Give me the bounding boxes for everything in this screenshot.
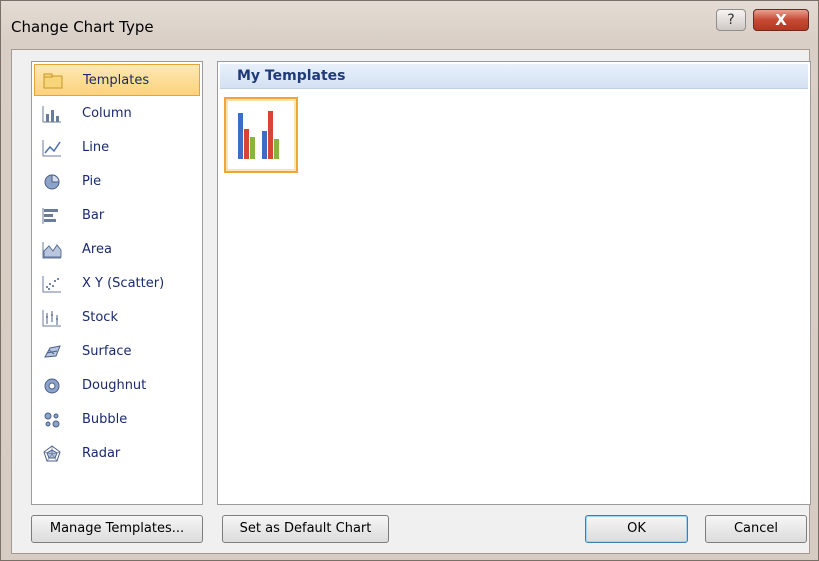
- bar-chart-icon: [42, 208, 58, 224]
- category-item-pie[interactable]: Pie: [34, 166, 200, 198]
- category-label: Templates: [83, 73, 150, 88]
- category-item-surface[interactable]: Surface: [34, 336, 200, 368]
- set-as-default-chart-button[interactable]: Set as Default Chart: [222, 515, 389, 543]
- category-label: X Y (Scatter): [82, 276, 165, 291]
- category-item-stock[interactable]: Stock: [34, 302, 200, 334]
- category-item-column[interactable]: Column: [34, 98, 200, 130]
- line-chart-icon: [42, 140, 61, 157]
- category-label: Column: [82, 106, 132, 121]
- button-label: Manage Templates...: [49, 521, 185, 536]
- category-label: Surface: [82, 344, 132, 359]
- button-label: OK: [627, 521, 646, 536]
- category-item-bubble[interactable]: Bubble: [34, 404, 200, 436]
- category-item-radar[interactable]: Radar: [34, 438, 200, 470]
- folder-icon: [43, 73, 63, 89]
- cancel-button[interactable]: Cancel: [705, 515, 807, 543]
- button-label: Cancel: [733, 521, 779, 536]
- category-label: Radar: [82, 446, 121, 461]
- category-item-scatter[interactable]: X Y (Scatter): [34, 268, 200, 300]
- title-bar: Change Chart Type ? X: [1, 1, 818, 49]
- ok-button[interactable]: OK: [585, 515, 688, 543]
- area-chart-icon: [42, 242, 62, 259]
- manage-templates-button[interactable]: Manage Templates...: [31, 515, 203, 543]
- button-label: Set as Default Chart: [239, 521, 372, 536]
- bubble-chart-icon: [44, 412, 60, 428]
- chart-category-list: Templates Column Line Pie Bar Area X Y (…: [31, 61, 203, 505]
- help-button[interactable]: ?: [716, 9, 746, 31]
- scatter-chart-icon: [42, 276, 61, 293]
- dialog-title: Change Chart Type: [11, 18, 154, 36]
- category-label: Line: [82, 140, 110, 155]
- close-icon: X: [775, 11, 787, 29]
- category-label: Bar: [82, 208, 105, 223]
- stock-chart-icon: [42, 310, 61, 327]
- category-label: Pie: [82, 174, 102, 189]
- category-item-templates[interactable]: Templates: [34, 64, 200, 96]
- template-thumbnail[interactable]: [224, 97, 298, 173]
- close-button[interactable]: X: [753, 9, 809, 31]
- category-label: Area: [82, 242, 112, 257]
- surface-chart-icon: [44, 345, 61, 358]
- category-item-bar[interactable]: Bar: [34, 200, 200, 232]
- category-item-area[interactable]: Area: [34, 234, 200, 266]
- column-chart-icon: [42, 106, 61, 123]
- category-label: Bubble: [82, 412, 128, 427]
- category-item-line[interactable]: Line: [34, 132, 200, 164]
- change-chart-type-dialog: Change Chart Type ? X Templates Column L…: [0, 0, 819, 561]
- pie-chart-icon: [44, 174, 60, 190]
- category-label: Stock: [82, 310, 118, 325]
- doughnut-chart-icon: [44, 378, 60, 394]
- clustered-column-template-icon: [238, 111, 279, 159]
- radar-chart-icon: [43, 445, 61, 462]
- section-title: My Templates: [237, 68, 346, 84]
- category-item-doughnut[interactable]: Doughnut: [34, 370, 200, 402]
- templates-gallery: My Templates: [217, 61, 811, 505]
- section-header: My Templates: [220, 64, 808, 89]
- help-icon: ?: [727, 12, 735, 28]
- category-label: Doughnut: [82, 378, 147, 393]
